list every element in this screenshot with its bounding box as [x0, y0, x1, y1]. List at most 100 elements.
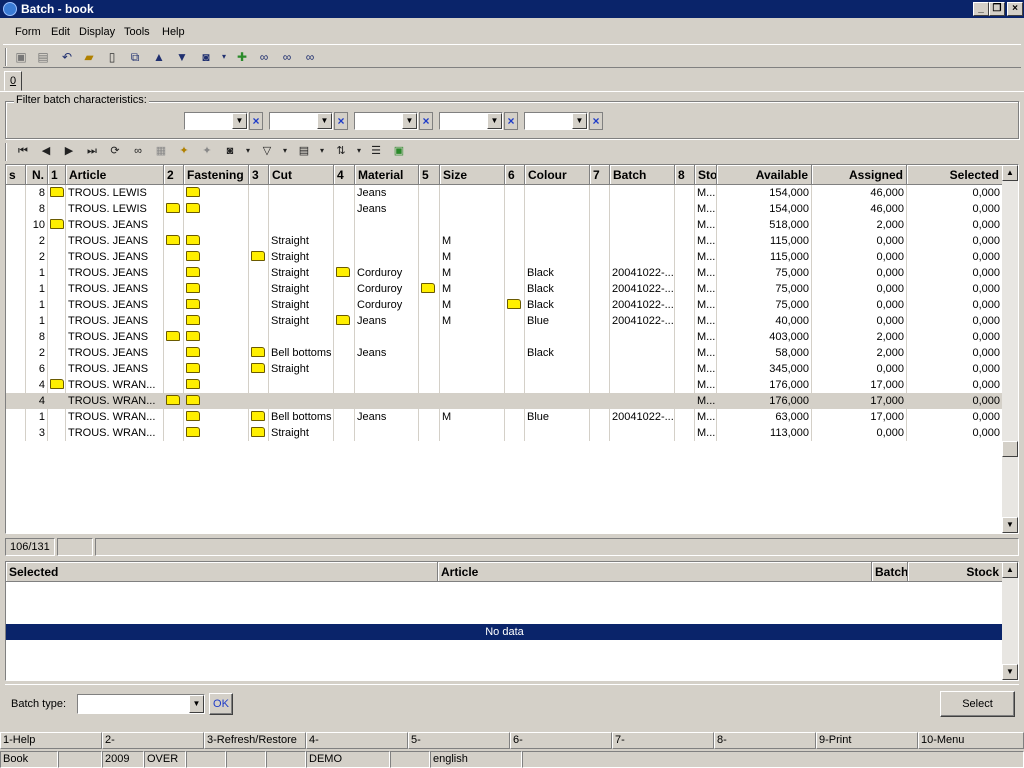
fkey-5[interactable]: 5- [408, 732, 510, 749]
folder-icon[interactable] [186, 299, 200, 310]
fkey-1-help[interactable]: 1-Help [0, 732, 102, 749]
filter-combo-4[interactable]: ▼ [439, 112, 503, 130]
column-header[interactable]: 7 [590, 165, 610, 185]
folder-icon[interactable] [186, 331, 200, 342]
camera-dropdown-icon[interactable]: ▾ [216, 49, 232, 65]
app-icon[interactable] [3, 2, 17, 16]
fkey-3-refresh[interactable]: 3-Refresh/Restore [204, 732, 306, 749]
refresh-icon[interactable]: ⟳ [107, 143, 123, 159]
folder-icon[interactable] [251, 427, 265, 438]
selected-grid-scrollbar[interactable]: ▲ ▼ [1002, 562, 1018, 680]
menu-help[interactable]: Help [162, 26, 185, 38]
folder-icon[interactable] [186, 315, 200, 326]
fkey-9-print[interactable]: 9-Print [816, 732, 918, 749]
scroll-down-button[interactable]: ▼ [1002, 517, 1018, 533]
grid-vertical-scrollbar[interactable]: ▲ ▼ [1002, 165, 1018, 533]
folder-icon[interactable] [251, 347, 265, 358]
folder-icon[interactable] [50, 187, 64, 198]
fkey-2[interactable]: 2- [102, 732, 204, 749]
column-header[interactable]: Available [717, 165, 812, 185]
tab-0[interactable]: 0 [4, 71, 22, 91]
folder-icon[interactable] [166, 203, 180, 214]
column-header[interactable]: 8 [675, 165, 695, 185]
select-button[interactable]: Select [940, 691, 1015, 717]
scroll-thumb[interactable] [1002, 441, 1018, 457]
chevron-down-icon[interactable]: ▼ [402, 113, 417, 129]
column-header[interactable]: Article [66, 165, 164, 185]
folder-icon[interactable] [421, 283, 435, 294]
folder-icon[interactable] [166, 235, 180, 246]
column-header[interactable]: N. [26, 165, 48, 185]
table-row[interactable]: 8 TROUS. LEWIS Jeans M... 154,000 46,000 0,000 [6, 185, 1003, 201]
columns-icon[interactable]: ▤ [296, 143, 312, 159]
delete-record-icon[interactable]: ▦ [153, 143, 169, 159]
table-row[interactable]: 1 TROUS. JEANS Straight Corduroy M Black 20041… [6, 281, 1003, 297]
clear-filter-1-button[interactable]: × [249, 112, 263, 130]
menu-form[interactable]: Form [15, 26, 41, 38]
column-header-article[interactable]: Article [438, 562, 872, 582]
scroll-down-button[interactable]: ▼ [1002, 664, 1018, 680]
fkey-8[interactable]: 8- [714, 732, 816, 749]
previous-record-icon[interactable]: ◀ [38, 143, 54, 159]
column-header[interactable]: 6 [505, 165, 525, 185]
folder-icon[interactable] [186, 411, 200, 422]
duplicate-record-icon[interactable]: ✦ [199, 143, 215, 159]
column-header[interactable]: Assigned [812, 165, 907, 185]
folder-icon[interactable] [186, 395, 200, 406]
camera-dropdown-icon[interactable]: ▾ [240, 143, 256, 159]
table-row[interactable]: 3 TROUS. WRAN... Straight M... 113,000 0,000 0… [6, 425, 1003, 441]
sort-icon[interactable]: ⇅ [333, 143, 349, 159]
folder-icon[interactable] [186, 427, 200, 438]
column-header[interactable]: 1 [48, 165, 66, 185]
table-row[interactable]: 1 TROUS. JEANS Straight Corduroy M Black 20041… [6, 297, 1003, 313]
binoculars-icon[interactable]: ∞ [256, 49, 272, 65]
folder-icon[interactable] [336, 315, 350, 326]
folder-icon[interactable] [186, 283, 200, 294]
save-icon[interactable]: ▣ [13, 49, 29, 65]
folder-icon[interactable] [186, 379, 200, 390]
filter-combo-2[interactable]: ▼ [269, 112, 333, 130]
clear-filter-5-button[interactable]: × [589, 112, 603, 130]
table-row[interactable]: 4 TROUS. WRAN... M... 176,000 17,000 0,000 [6, 377, 1003, 393]
arrow-up-icon[interactable]: ▲ [151, 49, 167, 65]
column-header[interactable]: 4 [334, 165, 355, 185]
folder-icon[interactable] [186, 203, 200, 214]
save-close-icon[interactable]: ▤ [35, 49, 51, 65]
column-header-batch[interactable]: Batch [872, 562, 908, 582]
new-document-icon[interactable]: ▯ [104, 49, 120, 65]
camera-icon[interactable]: ◙ [222, 143, 238, 159]
folder-icon[interactable] [50, 379, 64, 390]
column-header[interactable]: Size [440, 165, 505, 185]
list-settings-icon[interactable]: ☰ [368, 143, 384, 159]
folder-icon[interactable] [251, 251, 265, 262]
column-header[interactable]: 3 [249, 165, 269, 185]
next-record-icon[interactable]: ▶ [61, 143, 77, 159]
column-header[interactable]: 5 [419, 165, 440, 185]
column-header-stock[interactable]: Stock [908, 562, 1003, 582]
copy-icon[interactable]: ⧉ [127, 49, 143, 65]
menu-edit[interactable]: Edit [51, 26, 70, 38]
folder-icon[interactable] [186, 251, 200, 262]
column-header[interactable]: Material [355, 165, 419, 185]
chevron-down-icon[interactable]: ▼ [189, 695, 204, 713]
sort-dropdown-icon[interactable]: ▾ [351, 143, 367, 159]
export-icon[interactable]: ✚ [234, 49, 250, 65]
menu-tools[interactable]: Tools [124, 26, 150, 38]
add-record-icon[interactable]: ✦ [176, 143, 192, 159]
folder-icon[interactable] [186, 267, 200, 278]
last-record-icon[interactable]: ⏭ [84, 143, 100, 159]
chevron-down-icon[interactable]: ▼ [232, 113, 247, 129]
fkey-7[interactable]: 7- [612, 732, 714, 749]
chevron-down-icon[interactable]: ▼ [572, 113, 587, 129]
filter-icon[interactable]: ▽ [259, 143, 275, 159]
filter-combo-1[interactable]: ▼ [184, 112, 248, 130]
arrow-down-icon[interactable]: ▼ [174, 49, 190, 65]
table-row[interactable]: 8 TROUS. JEANS M... 403,000 2,000 0,000 [6, 329, 1003, 345]
filter-combo-3[interactable]: ▼ [354, 112, 418, 130]
folder-icon[interactable] [336, 267, 350, 278]
column-header[interactable]: Batch [610, 165, 675, 185]
column-header[interactable]: Fastening [184, 165, 249, 185]
folder-icon[interactable] [251, 411, 265, 422]
folder-icon[interactable] [50, 219, 64, 230]
table-row[interactable]: 8 TROUS. LEWIS Jeans M... 154,000 46,000 0,000 [6, 201, 1003, 217]
